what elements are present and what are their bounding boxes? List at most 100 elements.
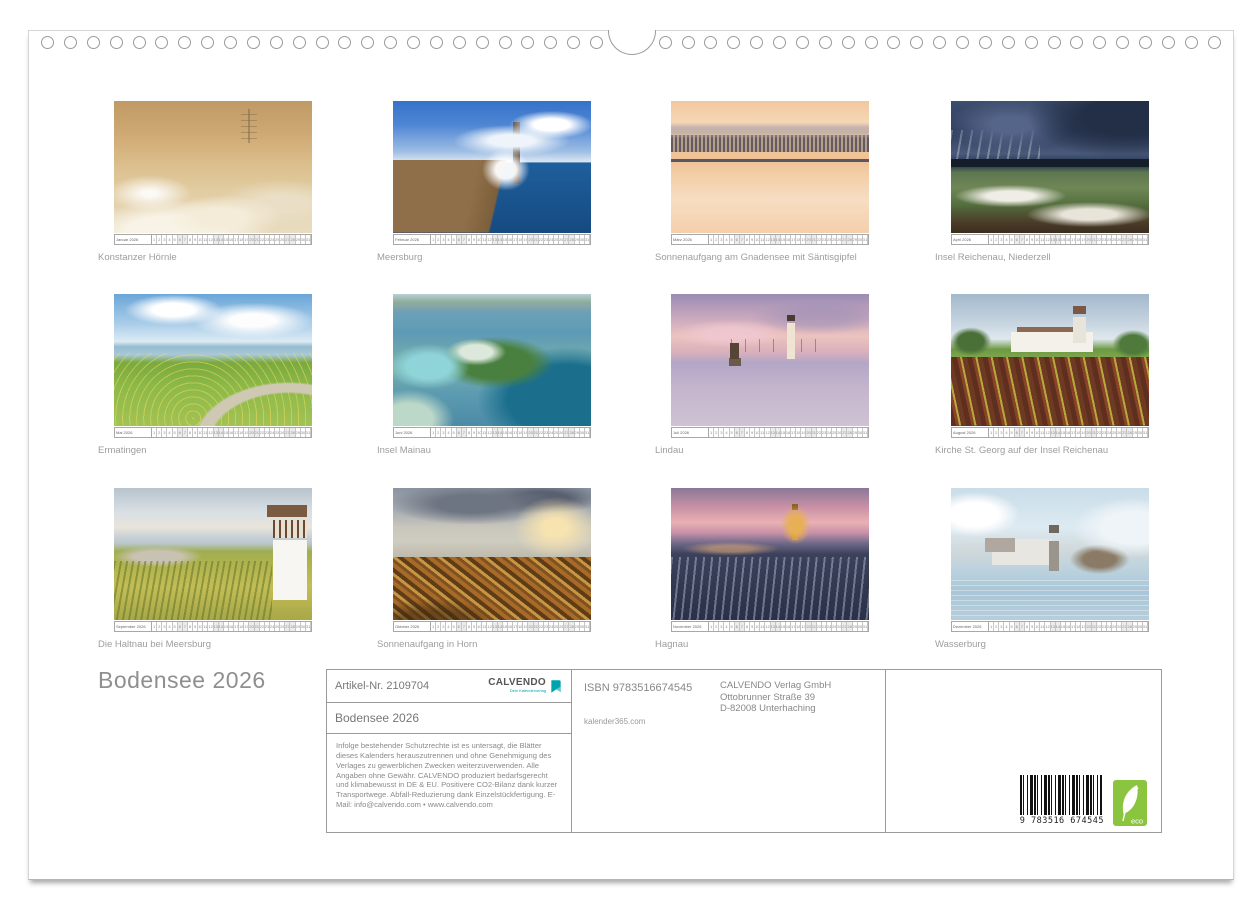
binding-hole — [1093, 36, 1106, 49]
binding-hole — [453, 36, 466, 49]
binding-hole — [773, 36, 786, 49]
calendar-month-thumbnail: November 2026 12345678910111213141516171… — [671, 488, 869, 650]
mini-day-row: 1234567891011121314151617181920212223242… — [152, 622, 311, 631]
calendar-month-thumbnail: Januar 2026 1234567891011121314151617181… — [114, 101, 312, 263]
binding-hole — [293, 36, 306, 49]
binding-hole — [407, 36, 420, 49]
binding-hole — [796, 36, 809, 49]
mini-date-strip: Februar 2026 123456789101112131415161718… — [393, 234, 591, 245]
mini-month-label: Mai 2026 — [115, 428, 152, 437]
binding-hole — [41, 36, 54, 49]
binding-hole — [224, 36, 237, 49]
binding-hole — [178, 36, 191, 49]
binding-hole — [87, 36, 100, 49]
mini-day-row: 1234567891011121314151617181920212223242… — [152, 235, 311, 244]
barcode-bars — [1020, 775, 1102, 815]
calendar-month-thumbnail: Juli 2026 123456789101112131415161718192… — [671, 294, 869, 456]
binding-hole — [865, 36, 878, 49]
publisher-address: CALVENDO Verlag GmbH Ottobrunner Straße … — [720, 680, 831, 715]
month-photo — [393, 294, 591, 426]
page-title: Bodensee 2026 — [98, 667, 266, 694]
mini-day-cell: 31 — [306, 235, 311, 244]
ean-barcode: 9 783516 674545 — [1020, 775, 1104, 826]
mini-day-cell: 31 — [1143, 428, 1148, 437]
thumbnail-caption: Lindau — [655, 445, 869, 456]
binding-hole — [590, 36, 603, 49]
thumbnail-caption: Sonnenaufgang am Gnadensee mit Säntisgip… — [655, 252, 869, 263]
calvendo-flag-icon — [549, 679, 563, 694]
binding-hole — [1048, 36, 1061, 49]
binding-hole — [704, 36, 717, 49]
month-photo — [114, 488, 312, 620]
mini-month-label: Oktober 2026 — [394, 622, 431, 631]
mini-day-row: 1234567891011121314151617181920212223242… — [152, 428, 311, 437]
calendar-month-thumbnail: Oktober 2026 123456789101112131415161718… — [393, 488, 591, 650]
month-photo — [393, 488, 591, 620]
binding-hole — [910, 36, 923, 49]
mini-month-label: Dezember 2026 — [952, 622, 989, 631]
binding-hole — [682, 36, 695, 49]
mini-day-cell: 31 — [1143, 235, 1148, 244]
imprint-box: Artikel-Nr. 2109704 CALVENDO Dein Kalend… — [326, 669, 1162, 833]
mini-date-strip: August 2026 1234567891011121314151617181… — [951, 427, 1149, 438]
month-photo — [114, 101, 312, 233]
mini-date-strip: September 2026 1234567891011121314151617… — [114, 621, 312, 632]
calendar-month-thumbnail: März 2026 123456789101112131415161718192… — [671, 101, 869, 263]
article-number: Artikel-Nr. 2109704 — [335, 680, 429, 692]
binding-hole — [727, 36, 740, 49]
month-photo — [951, 101, 1149, 233]
mini-date-strip: Dezember 2026 12345678910111213141516171… — [951, 621, 1149, 632]
calendar-month-thumbnail: April 2026 12345678910111213141516171819… — [951, 101, 1149, 263]
binding-hole — [1185, 36, 1198, 49]
calvendo-logo-name: CALVENDO — [488, 678, 546, 688]
binding-hole — [155, 36, 168, 49]
binding-hole — [338, 36, 351, 49]
calendar-month-thumbnail: Mai 2026 1234567891011121314151617181920… — [114, 294, 312, 456]
month-photo — [671, 294, 869, 426]
binding-hole — [133, 36, 146, 49]
mini-month-label: März 2026 — [672, 235, 709, 244]
mini-month-label: Februar 2026 — [394, 235, 431, 244]
mini-day-row: 1234567891011121314151617181920212223242… — [431, 235, 590, 244]
publisher-name: CALVENDO Verlag GmbH — [720, 680, 831, 692]
mini-day-row: 1234567891011121314151617181920212223242… — [431, 428, 590, 437]
binding-hole — [979, 36, 992, 49]
imprint-left-column: Artikel-Nr. 2109704 CALVENDO Dein Kalend… — [327, 670, 572, 832]
product-image: Januar 2026 1234567891011121314151617181… — [0, 0, 1260, 908]
calendar-month-thumbnail: August 2026 1234567891011121314151617181… — [951, 294, 1149, 456]
mini-month-label: Juli 2026 — [672, 428, 709, 437]
mini-day-row: 1234567891011121314151617181920212223242… — [709, 428, 868, 437]
month-photo — [114, 294, 312, 426]
binding-hole — [64, 36, 77, 49]
binding-hole — [887, 36, 900, 49]
thumbnail-caption: Kirche St. Georg auf der Insel Reichenau — [935, 445, 1149, 456]
mini-month-label: September 2026 — [115, 622, 152, 631]
binding-hole — [956, 36, 969, 49]
mini-month-label: Januar 2026 — [115, 235, 152, 244]
binding-hole — [1208, 36, 1221, 49]
barcode-digits: 9 783516 674545 — [1020, 816, 1104, 826]
publisher-street: Ottobrunner Straße 39 — [720, 692, 831, 704]
thumbnail-caption: Meersburg — [377, 252, 591, 263]
mini-day-cell: 31 — [863, 622, 868, 631]
binding-hole — [476, 36, 489, 49]
mini-day-row: 1234567891011121314151617181920212223242… — [989, 428, 1148, 437]
thumbnail-caption: Ermatingen — [98, 445, 312, 456]
month-photo — [393, 101, 591, 233]
binding-hole — [659, 36, 672, 49]
binding-hole — [842, 36, 855, 49]
binding-hole — [933, 36, 946, 49]
binding-hole — [361, 36, 374, 49]
mini-day-cell: 31 — [306, 622, 311, 631]
mini-date-strip: November 2026 12345678910111213141516171… — [671, 621, 869, 632]
calvendo-logo-text: CALVENDO Dein Kalenderverlag — [488, 678, 546, 694]
barcode-block: 9 783516 674545 eco — [1020, 775, 1147, 826]
mini-date-strip: Juli 2026 123456789101112131415161718192… — [671, 427, 869, 438]
mini-date-strip: Oktober 2026 123456789101112131415161718… — [393, 621, 591, 632]
binding-hole — [201, 36, 214, 49]
mini-day-cell: 31 — [863, 235, 868, 244]
mini-day-cell: 31 — [1143, 622, 1148, 631]
mini-day-cell: 31 — [585, 428, 590, 437]
binding-hole — [1025, 36, 1038, 49]
binding-hole — [567, 36, 580, 49]
